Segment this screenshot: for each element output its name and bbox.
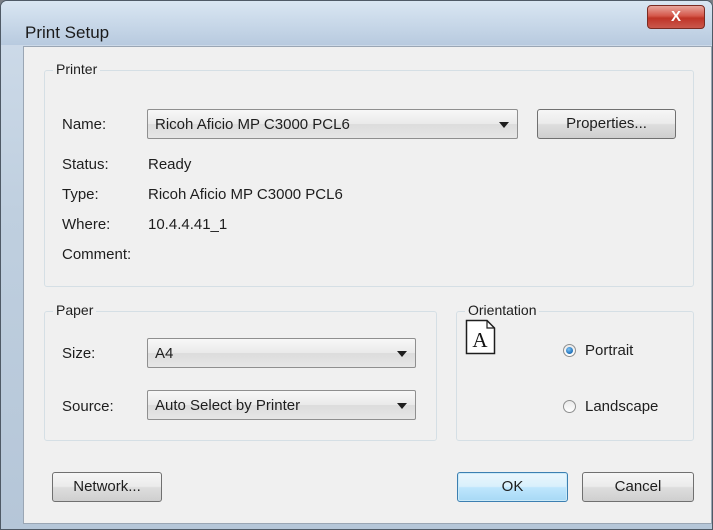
status-label: Status: xyxy=(62,156,109,173)
paper-source-label: Source: xyxy=(62,398,114,415)
printer-group-label: Printer xyxy=(53,61,101,77)
paper-group: Paper xyxy=(44,302,437,441)
paper-group-label: Paper xyxy=(53,302,97,318)
paper-source-select[interactable]: Auto Select by Printer xyxy=(147,390,416,420)
where-label: Where: xyxy=(62,216,111,233)
portrait-label[interactable]: Portrait xyxy=(585,342,633,359)
type-value: Ricoh Aficio MP C3000 PCL6 xyxy=(148,186,343,203)
type-label: Type: xyxy=(62,186,99,203)
landscape-radio[interactable] xyxy=(563,400,576,413)
close-icon: X xyxy=(670,8,681,25)
window-title: Print Setup xyxy=(25,23,110,42)
orientation-group-label: Orientation xyxy=(465,302,540,318)
chevron-down-icon xyxy=(499,122,509,128)
where-value: 10.4.4.41_1 xyxy=(148,216,228,233)
paper-size-select[interactable]: A4 xyxy=(147,338,416,368)
page-icon-letter: A xyxy=(472,328,488,352)
paper-size-label: Size: xyxy=(62,345,96,362)
printer-group: Printer xyxy=(44,61,694,287)
portrait-radio[interactable] xyxy=(563,344,576,357)
status-value: Ready xyxy=(148,156,192,173)
comment-label: Comment: xyxy=(62,246,132,263)
ok-button[interactable]: OK xyxy=(457,472,568,502)
printer-name-value: Ricoh Aficio MP C3000 PCL6 xyxy=(155,116,350,133)
printer-name-label: Name: xyxy=(62,116,107,133)
title-bar[interactable]: Print Setup X xyxy=(1,1,712,45)
paper-source-value: Auto Select by Printer xyxy=(155,397,301,414)
properties-button[interactable]: Properties... xyxy=(537,109,676,139)
chevron-down-icon xyxy=(397,351,407,357)
close-button[interactable]: X xyxy=(647,5,705,29)
printer-name-select[interactable]: Ricoh Aficio MP C3000 PCL6 xyxy=(147,109,518,139)
cancel-button[interactable]: Cancel xyxy=(582,472,694,502)
landscape-label[interactable]: Landscape xyxy=(585,398,658,415)
chevron-down-icon xyxy=(397,403,407,409)
paper-size-value: A4 xyxy=(155,345,174,362)
portrait-page-icon: A xyxy=(465,319,496,355)
network-button[interactable]: Network... xyxy=(52,472,162,502)
